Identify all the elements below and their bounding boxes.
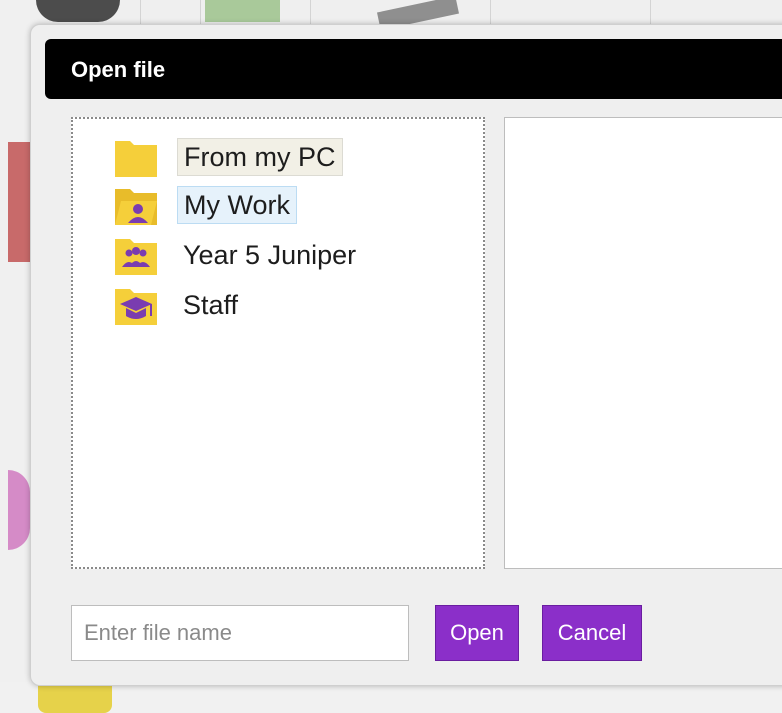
background-thumbnail	[36, 0, 120, 22]
background-thumbnail	[38, 684, 112, 713]
folder-group-icon	[113, 233, 159, 277]
folder-user-icon	[113, 183, 159, 227]
tree-item-label: Year 5 Juniper	[183, 240, 357, 270]
cancel-button[interactable]: Cancel	[542, 605, 642, 661]
file-list-pane[interactable]	[504, 117, 782, 569]
background-thumbnail	[205, 0, 280, 22]
tree-item-label: From my PC	[177, 138, 343, 176]
tree-item-year-5-juniper[interactable]: Year 5 Juniper	[113, 233, 362, 277]
dialog-title-bar: Open file	[45, 39, 782, 99]
open-button[interactable]: Open	[435, 605, 519, 661]
background-thumbnail	[8, 142, 30, 262]
dialog-title: Open file	[71, 57, 166, 82]
background-bottom-strip	[0, 682, 782, 713]
tree-item-staff[interactable]: Staff	[113, 283, 244, 327]
background-thumbnail	[8, 470, 30, 550]
folder-tree-pane[interactable]: From my PC My Work Year 5 Juniper Staff	[71, 117, 485, 569]
folder-icon	[113, 135, 159, 179]
open-file-dialog: Open file From my PC My Work Year 5 Juni…	[30, 24, 782, 686]
tree-item-label: My Work	[177, 186, 297, 224]
file-name-input[interactable]	[71, 605, 409, 661]
tree-item-from-my-pc[interactable]: From my PC	[113, 135, 343, 179]
tree-item-my-work[interactable]: My Work	[113, 183, 297, 227]
folder-graduation-cap-icon	[113, 283, 159, 327]
background-sidebar	[0, 0, 30, 713]
tree-item-label: Staff	[183, 290, 239, 320]
